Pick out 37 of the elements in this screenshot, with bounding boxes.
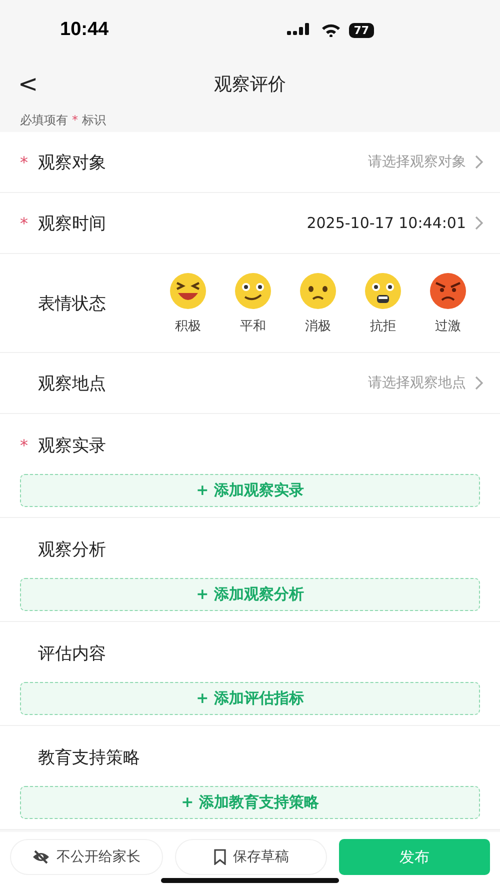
sad-face-icon xyxy=(298,271,338,311)
required-mark: * xyxy=(20,436,29,455)
laughing-face-icon xyxy=(168,271,208,311)
field-label: 表情状态 xyxy=(38,292,106,314)
required-mark: * xyxy=(20,152,29,172)
field-label: 观察分析 xyxy=(38,539,106,561)
mood-label[interactable]: 抗拒 xyxy=(370,317,396,335)
mood-label[interactable]: 消极 xyxy=(305,317,331,335)
private-toggle-button[interactable]: 不公开给家长 xyxy=(10,839,163,875)
back-button[interactable]: < xyxy=(12,70,44,98)
field-label: 评估内容 xyxy=(38,643,106,665)
shocked-face-icon xyxy=(363,271,403,311)
mood-label[interactable]: 积极 xyxy=(175,317,201,335)
required-mark: * xyxy=(20,214,29,232)
required-mark: * xyxy=(72,113,78,127)
required-note-suffix: 标识 xyxy=(82,112,106,128)
mood-label[interactable]: 平和 xyxy=(240,317,266,335)
hidden-eye-icon xyxy=(32,850,50,864)
angry-face-icon xyxy=(428,271,468,311)
wifi-icon xyxy=(320,23,341,37)
battery-icon: 77 xyxy=(348,22,374,38)
chevron-icon xyxy=(474,155,484,169)
save-draft-button[interactable]: 保存草稿 xyxy=(174,839,328,875)
required-note: 必填项有 xyxy=(20,112,68,128)
field-label: 观察时间 xyxy=(38,212,106,234)
page-title: 观察评价 xyxy=(214,73,286,96)
mood-label[interactable]: 过激 xyxy=(435,317,461,335)
field-label: 观察对象 xyxy=(38,152,106,174)
bookmark-icon xyxy=(213,849,227,865)
field-label: 观察实录 xyxy=(38,435,106,457)
smiling-face-icon xyxy=(233,271,273,311)
chevron-icon xyxy=(474,216,484,230)
field-label: 观察地点 xyxy=(38,372,106,394)
status-time: 10:44 xyxy=(60,19,109,41)
field-label: 教育支持策略 xyxy=(38,747,140,769)
chevron-icon xyxy=(474,376,484,390)
select-field[interactable]: 2025-10-17 10:44:01 xyxy=(306,214,484,232)
